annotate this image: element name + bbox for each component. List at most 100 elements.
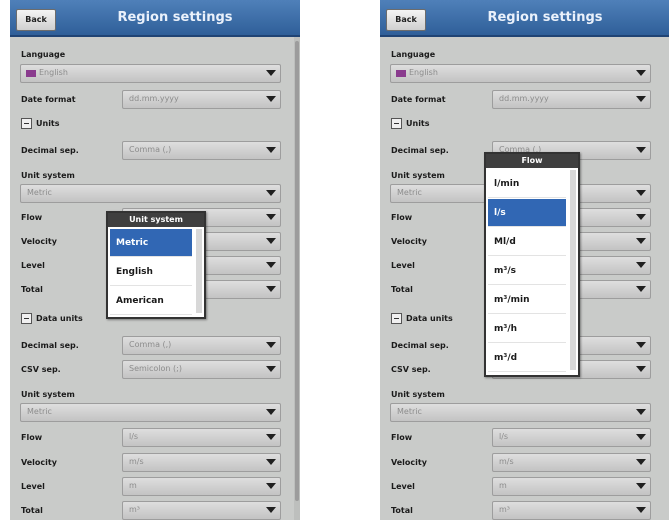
units-section-header[interactable]: Units (391, 118, 430, 129)
scroll-thumb[interactable] (295, 41, 299, 501)
popup-title: Flow (486, 154, 578, 168)
data-flow-label: Flow (391, 433, 413, 442)
data-total-dropdown[interactable]: m³ (122, 501, 281, 520)
date-format-value: dd.mm.yyyy (499, 94, 549, 103)
popup-scrollbar[interactable] (570, 170, 576, 370)
decimal-sep-value: Comma (,) (129, 145, 172, 154)
csv-sep-label: CSV sep. (21, 365, 61, 374)
collapse-icon[interactable] (391, 313, 402, 324)
data-unit-system-value: Metric (397, 407, 422, 416)
dropdown-arrow-icon (266, 483, 276, 489)
data-level-dropdown[interactable]: m (492, 477, 651, 496)
popup-option-metric[interactable]: Metric (110, 229, 192, 257)
dropdown-arrow-icon (636, 459, 646, 465)
data-total-value: m³ (499, 505, 510, 514)
popup-option-m3-h[interactable]: m³/h (488, 315, 566, 343)
dropdown-arrow-icon (266, 190, 276, 196)
dropdown-arrow-icon (636, 483, 646, 489)
dropdown-arrow-icon (636, 262, 646, 268)
dropdown-arrow-icon (266, 342, 276, 348)
collapse-icon[interactable] (21, 118, 32, 129)
decimal-sep-dropdown[interactable]: Comma (,) (122, 141, 281, 160)
data-velocity-value: m/s (499, 457, 514, 466)
dropdown-arrow-icon (266, 96, 276, 102)
dropdown-arrow-icon (266, 238, 276, 244)
unit-system-dropdown[interactable]: Metric (20, 184, 281, 203)
dropdown-arrow-icon (636, 70, 646, 76)
header: Back Region settings (380, 0, 669, 37)
popup-title: Unit system (108, 213, 204, 227)
total-label: Total (391, 285, 413, 294)
unit-system-popup: Unit system Metric English American (106, 211, 206, 319)
dropdown-arrow-icon (266, 434, 276, 440)
dropdown-arrow-icon (636, 342, 646, 348)
data-decimal-sep-dropdown[interactable]: Comma (,) (122, 336, 281, 355)
date-format-dropdown[interactable]: dd.mm.yyyy (122, 90, 281, 109)
data-level-dropdown[interactable]: m (122, 477, 281, 496)
region-settings-screen-left: Back Region settings Language English Da… (10, 0, 300, 520)
flag-icon (396, 70, 406, 77)
unit-system-label: Unit system (21, 171, 75, 180)
data-velocity-label: Velocity (391, 458, 427, 467)
units-title: Units (406, 119, 430, 128)
dropdown-arrow-icon (636, 434, 646, 440)
data-velocity-dropdown[interactable]: m/s (122, 453, 281, 472)
popup-option-l-s[interactable]: l/s (488, 199, 566, 227)
flow-label: Flow (21, 213, 43, 222)
popup-option-american[interactable]: American (110, 287, 192, 315)
units-section-header[interactable]: Units (21, 118, 60, 129)
data-level-label: Level (391, 482, 415, 491)
collapse-icon[interactable] (21, 313, 32, 324)
data-flow-dropdown[interactable]: l/s (122, 428, 281, 447)
dropdown-arrow-icon (266, 459, 276, 465)
data-decimal-sep-label: Decimal sep. (21, 341, 79, 350)
header: Back Region settings (10, 0, 300, 37)
dropdown-arrow-icon (636, 96, 646, 102)
data-total-label: Total (391, 506, 413, 515)
language-dropdown[interactable]: English (390, 64, 651, 83)
data-velocity-value: m/s (129, 457, 144, 466)
csv-sep-label: CSV sep. (391, 365, 431, 374)
data-total-value: m³ (129, 505, 140, 514)
popup-option-m3-s[interactable]: m³/s (488, 257, 566, 285)
data-units-section-header[interactable]: Data units (391, 313, 453, 324)
data-level-value: m (129, 481, 137, 490)
data-units-title: Data units (406, 314, 453, 323)
data-velocity-label: Velocity (21, 458, 57, 467)
data-flow-dropdown[interactable]: l/s (492, 428, 651, 447)
data-unit-system-dropdown[interactable]: Metric (20, 403, 281, 422)
flow-label: Flow (391, 213, 413, 222)
popup-option-english[interactable]: English (110, 258, 192, 286)
csv-sep-dropdown[interactable]: Semicolon (;) (122, 360, 281, 379)
dropdown-arrow-icon (266, 286, 276, 292)
date-format-dropdown[interactable]: dd.mm.yyyy (492, 90, 651, 109)
unit-system-value: Metric (27, 188, 52, 197)
language-dropdown[interactable]: English (20, 64, 281, 83)
data-level-value: m (499, 481, 507, 490)
data-unit-system-dropdown[interactable]: Metric (390, 403, 651, 422)
data-level-label: Level (21, 482, 45, 491)
velocity-label: Velocity (21, 237, 57, 246)
units-title: Units (36, 119, 60, 128)
popup-option-m3-min[interactable]: m³/min (488, 286, 566, 314)
data-total-dropdown[interactable]: m³ (492, 501, 651, 520)
back-button[interactable]: Back (16, 9, 56, 31)
language-label: Language (21, 50, 66, 59)
flag-icon (26, 70, 36, 77)
date-format-value: dd.mm.yyyy (129, 94, 179, 103)
dropdown-arrow-icon (636, 147, 646, 153)
popup-option-m3-d[interactable]: m³/d (488, 344, 566, 372)
popup-option-l-min[interactable]: l/min (488, 170, 566, 198)
data-flow-value: l/s (499, 432, 509, 441)
collapse-icon[interactable] (391, 118, 402, 129)
data-units-section-header[interactable]: Data units (21, 313, 83, 324)
data-decimal-sep-label: Decimal sep. (391, 341, 449, 350)
popup-scrollbar[interactable] (196, 229, 202, 313)
back-button[interactable]: Back (386, 9, 426, 31)
decimal-sep-label: Decimal sep. (21, 146, 79, 155)
scrollbar[interactable] (294, 37, 300, 520)
dropdown-arrow-icon (266, 366, 276, 372)
data-units-title: Data units (36, 314, 83, 323)
popup-option-ml-d[interactable]: Ml/d (488, 228, 566, 256)
data-velocity-dropdown[interactable]: m/s (492, 453, 651, 472)
